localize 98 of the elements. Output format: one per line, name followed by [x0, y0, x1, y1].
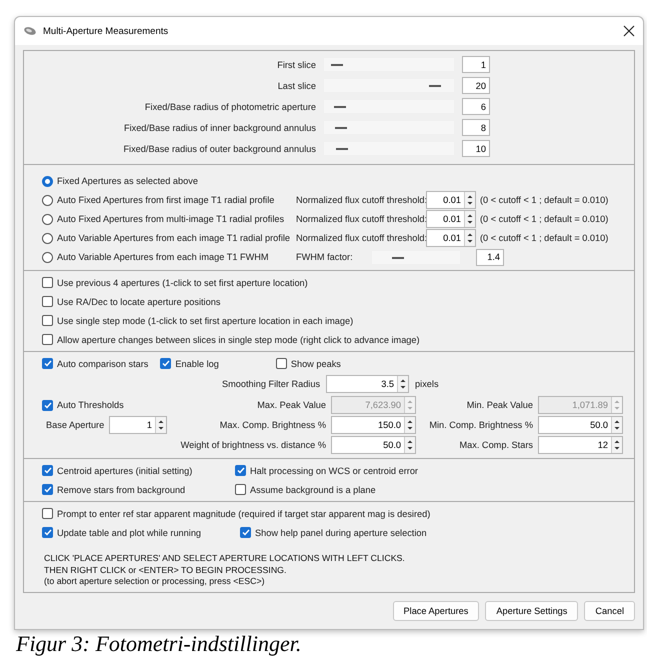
checkbox[interactable]: [42, 296, 53, 307]
window-title: Multi-Aperture Measurements: [43, 26, 170, 36]
spinner-arrows-icon[interactable]: [611, 417, 622, 433]
field-label: Max. Comp. Brightness %: [218, 420, 326, 430]
figure-caption: Figur 3: Fotometri-indstillinger.: [15, 630, 302, 656]
checkbox[interactable]: [42, 334, 53, 345]
checkbox[interactable]: [276, 358, 287, 369]
number-field[interactable]: 20: [462, 77, 490, 94]
slider-label: Last slice: [276, 80, 316, 90]
checkbox-label: Use RA/Dec to locate aperture positions: [57, 296, 220, 306]
slider[interactable]: [324, 142, 454, 155]
radio-button[interactable]: [42, 252, 53, 262]
spinner-arrows-icon[interactable]: [404, 417, 415, 433]
radio-button[interactable]: [42, 194, 53, 206]
field-label: FWHM factor:: [296, 252, 354, 262]
checkbox-label: Remove stars from background: [57, 484, 186, 494]
checkbox-label: Show help panel during aperture selection: [255, 528, 427, 538]
radio-label: Auto Fixed Apertures from first image T1 radial profile: [57, 195, 274, 205]
dialog-button[interactable]: Cancel: [584, 600, 635, 620]
checkbox[interactable]: [235, 484, 246, 495]
checkbox-label: Enable log: [175, 358, 219, 368]
range-note: (0 < cutoff < 1 ; default = 0.010): [480, 195, 608, 205]
field-label: Min. Peak Value: [466, 400, 533, 410]
checkbox-label: Centroid apertures (initial setting): [57, 466, 192, 476]
slider-label: First slice: [276, 60, 316, 70]
checkbox[interactable]: [160, 358, 172, 369]
spinner-arrows-icon[interactable]: [155, 417, 166, 433]
number-spinner[interactable]: 0.01: [426, 229, 476, 247]
field-label: Base Aperture: [45, 420, 104, 430]
radio-label: Auto Variable Apertures from each image T1 radial profile: [57, 233, 290, 243]
slider-label: Fixed/Base radius of inner background annulus: [122, 122, 316, 132]
spinner-arrows-icon[interactable]: [611, 437, 622, 453]
slider-label: Fixed/Base radius of photometric aperture: [144, 102, 316, 112]
number-field[interactable]: 10: [462, 140, 490, 157]
number-spinner[interactable]: 1: [109, 416, 167, 434]
checkbox-label: Assume background is a plane: [250, 484, 376, 494]
slider[interactable]: [324, 58, 454, 71]
radio-label: Fixed Apertures as selected above: [57, 176, 198, 186]
slider[interactable]: [324, 121, 454, 134]
checkbox-label: Update table and plot while running: [57, 528, 202, 538]
number-spinner[interactable]: 50.0: [331, 436, 416, 454]
checkbox-label: Auto Thresholds: [57, 400, 124, 410]
spinner-arrows-icon[interactable]: [464, 192, 475, 208]
checkbox[interactable]: [42, 277, 53, 288]
radio-button[interactable]: [42, 176, 53, 186]
radio-label: Auto Fixed Apertures from multi-image T1 radial profiles: [57, 214, 284, 224]
number-field[interactable]: 8: [462, 119, 490, 136]
checkbox-label: Use previous 4 apertures (1-click to set first aperture location): [57, 278, 308, 288]
number-spinner[interactable]: 150.0: [331, 416, 416, 434]
checkbox[interactable]: [42, 315, 53, 326]
checkbox-label: Auto comparison stars: [57, 358, 148, 368]
slider-label: Fixed/Base radius of outer background annulus: [122, 144, 316, 154]
number-field[interactable]: 6: [462, 98, 490, 115]
checkbox[interactable]: [42, 465, 53, 476]
instruction-text: (to abort aperture selection or processing, press <ESC>): [44, 576, 266, 588]
spinner-arrows-icon[interactable]: [397, 376, 408, 392]
checkbox[interactable]: [240, 527, 251, 538]
spinner-arrows-icon[interactable]: [404, 437, 415, 453]
slider[interactable]: [372, 250, 460, 264]
number-spinner[interactable]: 50.0: [538, 416, 623, 434]
checkbox[interactable]: [42, 484, 53, 495]
radio-button[interactable]: [42, 214, 53, 224]
checkbox[interactable]: [42, 508, 53, 519]
checkbox-label: Use single step mode (1-click to set first aperture location in each image): [57, 316, 354, 326]
number-field[interactable]: 1.4: [476, 248, 504, 266]
checkbox[interactable]: [235, 465, 246, 476]
field-label: Max. Comp. Stars: [458, 440, 533, 450]
instruction-text: CLICK 'PLACE APERTURES' AND SELECT APERTURE LOCATIONS WITH LEFT CLICKS.: [44, 553, 406, 564]
checkbox-label: Show peaks: [290, 358, 341, 368]
spinner-arrows-icon[interactable]: [464, 230, 475, 246]
field-label: Min. Comp. Brightness %: [428, 420, 533, 430]
field-label: Max. Peak Value: [256, 400, 326, 410]
checkbox[interactable]: [42, 400, 53, 410]
close-icon[interactable]: [623, 25, 635, 37]
number-field[interactable]: 1: [462, 56, 490, 73]
slider[interactable]: [324, 100, 454, 113]
radio-button[interactable]: [42, 232, 53, 244]
checkbox-label: Prompt to enter ref star apparent magnitude (required if target star apparent mag is desired): [57, 508, 430, 518]
radio-label: Auto Variable Apertures from each image T1 FWHM: [57, 252, 269, 262]
number-spinner[interactable]: 0.01: [426, 210, 476, 228]
number-spinner[interactable]: 12: [538, 436, 623, 454]
unit-label: pixels: [415, 379, 439, 389]
instruction-text: THEN RIGHT CLICK or <ENTER> TO BEGIN PROCESSING.: [44, 564, 288, 576]
dialog-button[interactable]: Place Apertures: [392, 600, 480, 620]
number-spinner[interactable]: 0.01: [426, 191, 476, 209]
slider[interactable]: [324, 79, 454, 92]
range-note: (0 < cutoff < 1 ; default = 0.010): [480, 233, 608, 243]
dialog-button[interactable]: Aperture Settings: [485, 600, 578, 620]
checkbox[interactable]: [42, 358, 53, 369]
checkbox-label: Halt processing on WCS or centroid error: [250, 466, 418, 476]
range-note: (0 < cutoff < 1 ; default = 0.010): [480, 214, 608, 224]
checkbox-label: Allow aperture changes between slices in single step mode (right click to advance image): [57, 334, 420, 344]
number-spinner[interactable]: 3.5: [326, 375, 410, 393]
spinner-arrows-icon[interactable]: [464, 211, 475, 227]
checkbox[interactable]: [42, 527, 53, 538]
field-label: Smoothing Filter Radius: [222, 379, 320, 389]
app-icon: [23, 26, 37, 36]
field-label: Weight of brightness vs. distance %: [180, 440, 326, 450]
